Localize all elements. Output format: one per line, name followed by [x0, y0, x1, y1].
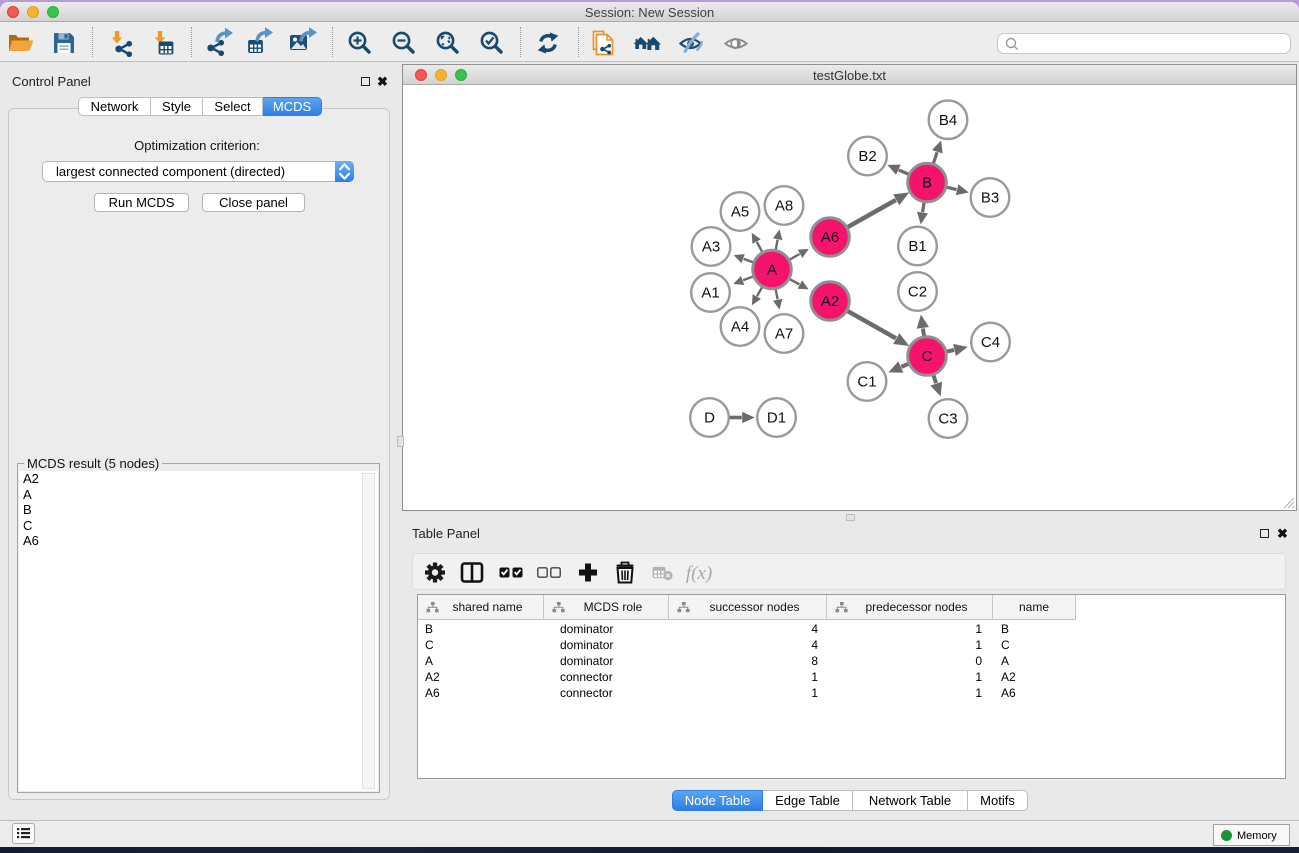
svg-text:A7: A7 [775, 326, 793, 343]
svg-text:A: A [767, 262, 777, 279]
svg-text:A2: A2 [821, 293, 839, 310]
svg-text:B2: B2 [858, 148, 876, 165]
svg-text:C4: C4 [981, 334, 1000, 351]
svg-text:A1: A1 [701, 285, 719, 302]
svg-text:B1: B1 [908, 238, 926, 255]
svg-text:B4: B4 [939, 112, 957, 129]
svg-text:A3: A3 [702, 239, 720, 256]
svg-text:A5: A5 [731, 204, 749, 221]
svg-text:A6: A6 [821, 229, 839, 246]
svg-text:A8: A8 [775, 198, 793, 215]
svg-text:B3: B3 [981, 190, 999, 207]
svg-text:C3: C3 [938, 411, 957, 428]
svg-text:f(x): f(x) [686, 563, 712, 584]
svg-text:B: B [922, 175, 932, 192]
svg-text:D: D [704, 410, 715, 427]
svg-text:A4: A4 [731, 319, 749, 336]
svg-text:C: C [922, 348, 933, 365]
svg-text:C2: C2 [908, 284, 927, 301]
svg-text:D1: D1 [767, 410, 786, 427]
svg-text:C1: C1 [857, 374, 876, 391]
